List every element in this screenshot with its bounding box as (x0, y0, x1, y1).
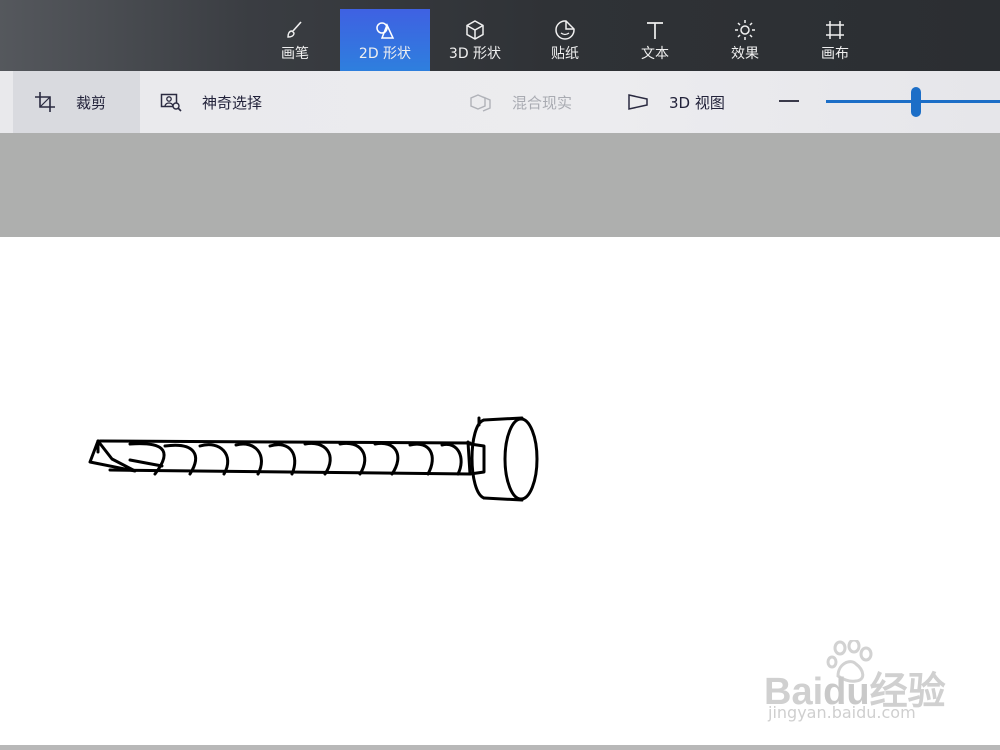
drill-bit-drawing (88, 416, 539, 502)
baidu-watermark: Baidu经验 jingyan.baidu.com (764, 640, 954, 730)
watermark-url: jingyan.baidu.com (768, 703, 916, 722)
bottom-edge (0, 745, 1000, 750)
